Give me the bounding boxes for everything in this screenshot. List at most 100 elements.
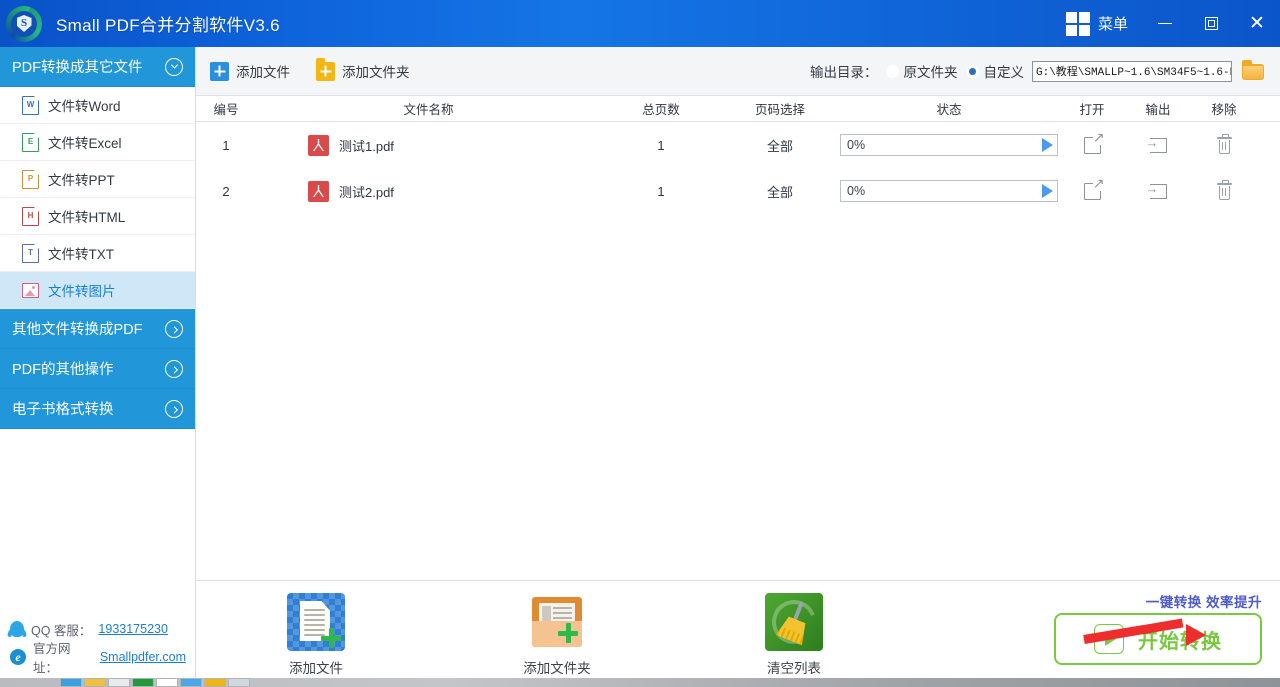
column-header-pages: 总页数 [601,99,721,118]
minimize-button[interactable] [1142,0,1188,47]
sidebar: PDF转换成其它文件 W 文件转Word E 文件转Excel P 文件转PPT… [0,47,196,687]
play-icon[interactable] [1042,138,1053,152]
sidebar-group-pdf-to-other[interactable]: PDF转换成其它文件 [0,47,195,87]
radio-custom-folder-indicator [966,65,979,78]
title-bar: S Small PDF合并分割软件V3.6 菜单 ✕ [0,0,1280,47]
maximize-icon [1205,17,1218,30]
shield-icon: S [17,15,32,32]
sidebar-group-other-to-pdf[interactable]: 其他文件转换成PDF [0,309,195,349]
sidebar-group-label: PDF的其他操作 [12,358,165,379]
trash-icon [1217,183,1232,200]
official-site-link[interactable]: Smallpdfer.com [100,650,186,664]
minimize-icon [1158,23,1172,24]
table-row[interactable]: 1 测试1.pdf 1 全部 0% [196,122,1280,168]
sidebar-item-to-image[interactable]: 文件转图片 [0,272,195,309]
taskbar-item[interactable] [156,678,178,687]
toolbar-add-file-label: 添加文件 [236,61,290,81]
chevron-right-icon [165,320,183,338]
official-site-row: e 官方网址： Smallpdfer.com [0,643,196,671]
sidebar-group-ebook-convert[interactable]: 电子书格式转换 [0,389,195,429]
official-site-label: 官方网址： [33,638,93,676]
column-header-page-select: 页码选择 [721,99,839,118]
radio-original-folder[interactable]: 原文件夹 [886,61,958,81]
sidebar-item-to-excel[interactable]: E 文件转Excel [0,124,195,161]
toolbar-add-file-button[interactable]: 添加文件 [210,61,290,81]
sidebar-item-label: 文件转Excel [48,132,122,152]
taskbar-item[interactable] [228,678,250,687]
row-progress-text: 0% [847,184,865,198]
open-external-icon [1084,137,1101,154]
taskbar-item[interactable] [204,678,226,687]
grid-icon [1066,12,1090,36]
clear-list-big-label: 清空列表 [729,657,859,677]
sidebar-item-label: 文件转Word [48,95,121,115]
add-folder-big-button[interactable]: 添加文件夹 [492,593,622,677]
row-status-cell: 0% [839,134,1059,156]
sidebar-item-label: 文件转PPT [48,169,115,189]
row-page-select[interactable]: 全部 [721,136,839,155]
taskbar-item[interactable] [60,678,82,687]
output-directory-group: 输出目录： 原文件夹 自定义 G:\教程\SMALLP~1.6\SM34F5~1… [810,60,1266,82]
folder-browse-icon[interactable] [1240,60,1266,82]
sidebar-item-to-word[interactable]: W 文件转Word [0,87,195,124]
menu-button-label: 菜单 [1098,13,1128,34]
play-icon[interactable] [1042,184,1053,198]
sidebar-item-label: 文件转TXT [48,243,114,263]
sidebar-item-to-html[interactable]: H 文件转HTML [0,198,195,235]
add-file-big-label: 添加文件 [251,657,381,677]
qq-support-number[interactable]: 1933175230 [98,622,168,636]
output-path-input[interactable]: G:\教程\SMALLP~1.6\SM34F5~1.6-P [1032,61,1232,82]
bottom-action-bar: 添加文件 添加文件夹 清空列表 一键转换 效率提升 [196,580,1280,687]
pdf-file-icon [308,181,329,202]
clear-list-icon [765,593,823,651]
sidebar-group-pdf-operations[interactable]: PDF的其他操作 [0,349,195,389]
row-open-button[interactable] [1059,183,1125,200]
taskbar-item[interactable] [180,678,202,687]
toolbar-add-folder-button[interactable]: 添加文件夹 [316,61,410,81]
close-button[interactable]: ✕ [1234,0,1280,47]
ppt-file-icon-letter: P [28,175,33,183]
qq-support-row: QQ 客服： 1933175230 [0,615,196,643]
sidebar-item-to-txt[interactable]: T 文件转TXT [0,235,195,272]
column-header-no: 编号 [196,99,256,118]
row-output-button[interactable] [1125,184,1191,199]
promo-text: 一键转换 效率提升 [1146,591,1262,611]
txt-file-icon-letter: T [28,249,33,257]
html-file-icon-letter: H [28,212,34,220]
table-row[interactable]: 2 测试2.pdf 1 全部 0% [196,168,1280,214]
plus-icon [321,628,341,648]
row-remove-button[interactable] [1191,183,1257,200]
row-file-cell: 测试2.pdf [256,181,601,202]
maximize-button[interactable] [1188,0,1234,47]
row-page-select[interactable]: 全部 [721,182,839,201]
taskbar-item[interactable] [132,678,154,687]
add-file-big-button[interactable]: 添加文件 [251,593,381,677]
excel-file-icon-letter: E [28,138,33,146]
row-progress-bar[interactable]: 0% [840,180,1058,202]
menu-button[interactable]: 菜单 [1052,0,1142,47]
app-title: Small PDF合并分割软件V3.6 [56,11,280,36]
taskbar-item[interactable] [108,678,130,687]
toolbar-add-folder-label: 添加文件夹 [342,61,410,81]
sidebar-group-label: PDF转换成其它文件 [12,56,165,77]
row-progress-text: 0% [847,138,865,152]
sidebar-item-to-ppt[interactable]: P 文件转PPT [0,161,195,198]
row-status-cell: 0% [839,180,1059,202]
radio-custom-folder[interactable]: 自定义 [966,61,1025,81]
row-open-button[interactable] [1059,137,1125,154]
row-progress-bar[interactable]: 0% [840,134,1058,156]
content-toolbar: 添加文件 添加文件夹 输出目录： 原文件夹 自定义 G:\教程\SMALLP~1… [196,47,1280,96]
row-output-button[interactable] [1125,138,1191,153]
column-header-open: 打开 [1059,99,1125,118]
chevron-right-icon [165,360,183,378]
taskbar-item[interactable] [84,678,106,687]
output-directory-label: 输出目录： [810,61,878,81]
row-remove-button[interactable] [1191,137,1257,154]
output-arrow-icon [1150,184,1167,199]
row-index: 2 [196,184,256,199]
ppt-file-icon: P [22,170,39,189]
clear-list-big-button[interactable]: 清空列表 [729,593,859,677]
row-file-cell: 测试1.pdf [256,135,601,156]
close-icon: ✕ [1249,12,1265,35]
chevron-right-icon [165,400,183,418]
